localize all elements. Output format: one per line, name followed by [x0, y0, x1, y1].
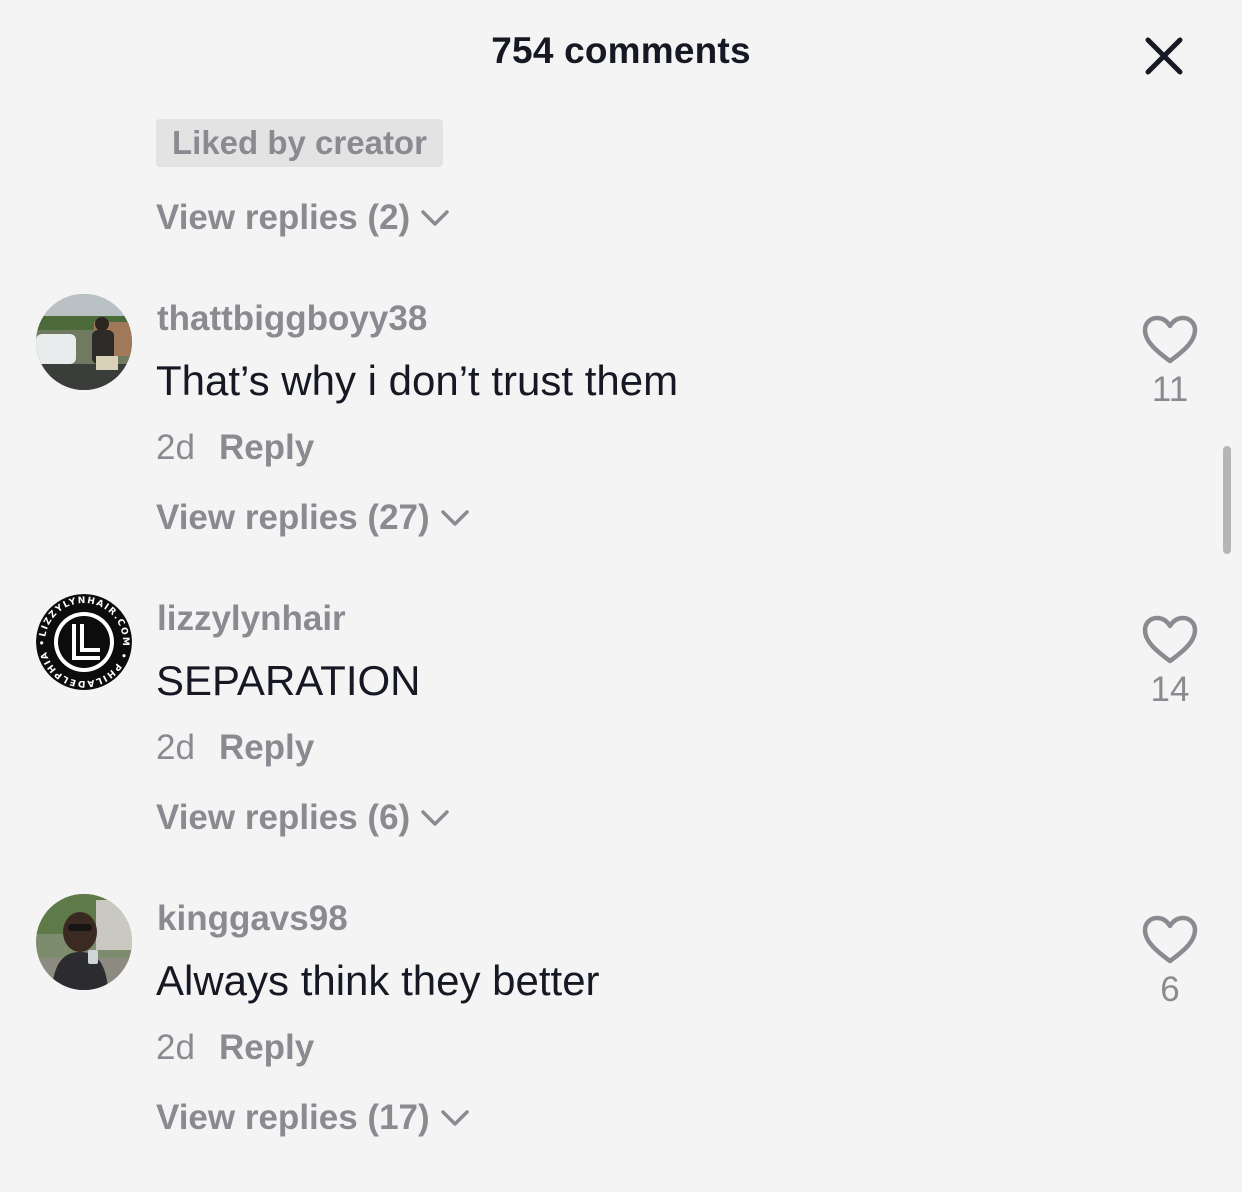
comment-username[interactable]: lizzylynhair [157, 599, 346, 639]
view-replies-button[interactable]: View replies (27) [156, 498, 470, 538]
comment-meta: 2d Reply [156, 728, 314, 768]
user-photo-icon [36, 294, 132, 390]
reply-button[interactable]: Reply [219, 728, 314, 767]
view-replies-button[interactable]: View replies (6) [156, 798, 450, 838]
comment-time: 2d [156, 1028, 195, 1067]
view-replies-button[interactable]: View replies (2) [156, 198, 450, 238]
avatar[interactable] [36, 894, 132, 990]
close-button[interactable] [1136, 28, 1192, 84]
comment-text: SEPARATION [156, 657, 421, 704]
like-count: 14 [1150, 670, 1190, 709]
like-count: 6 [1160, 970, 1180, 1009]
chevron-down-icon [421, 210, 449, 226]
lizzylynhair-logo-icon: LIZZYLYNHAIR.COM • PHILADELPHIA • [36, 594, 132, 690]
view-replies-button[interactable]: View replies (17) [156, 1098, 470, 1138]
reply-button[interactable]: Reply [219, 428, 314, 467]
chevron-down-icon [440, 510, 469, 526]
liked-by-creator-badge: Liked by creator [156, 119, 443, 167]
reply-button[interactable]: Reply [219, 1028, 314, 1067]
chevron-down-icon [421, 810, 449, 826]
view-replies-label: View replies (27) [156, 498, 430, 537]
close-icon [1145, 37, 1183, 75]
avatar[interactable] [36, 294, 132, 390]
comment-username[interactable]: kinggavs98 [157, 899, 348, 939]
heart-icon [1142, 615, 1198, 664]
view-replies-label: View replies (2) [156, 198, 411, 237]
like-count: 11 [1151, 370, 1189, 409]
view-replies-label: View replies (6) [156, 798, 411, 837]
comment-time: 2d [156, 428, 195, 467]
chevron-down-icon [440, 1110, 469, 1126]
avatar[interactable]: LIZZYLYNHAIR.COM • PHILADELPHIA • [36, 594, 132, 690]
user-photo-icon [36, 894, 132, 990]
comment-time: 2d [156, 728, 195, 767]
comment-text: Always think they better [156, 957, 600, 1004]
scrollbar[interactable] [1223, 446, 1231, 554]
heart-icon [1142, 915, 1198, 964]
comment-username[interactable]: thattbiggboyy38 [157, 299, 427, 339]
like-button[interactable]: 6 [1136, 914, 1204, 1010]
like-button[interactable]: 14 [1136, 614, 1204, 710]
comment-meta: 2d Reply [156, 428, 314, 468]
view-replies-label: View replies (17) [156, 1098, 430, 1137]
comments-count-title: 754 comments [491, 30, 751, 71]
like-button[interactable]: 11 [1136, 314, 1204, 410]
comment-text: That’s why i don’t trust them [156, 357, 679, 404]
heart-icon [1142, 315, 1198, 364]
comment-meta: 2d Reply [156, 1028, 314, 1068]
comments-sheet: 754 comments Liked by creator View repli… [0, 0, 1242, 1192]
